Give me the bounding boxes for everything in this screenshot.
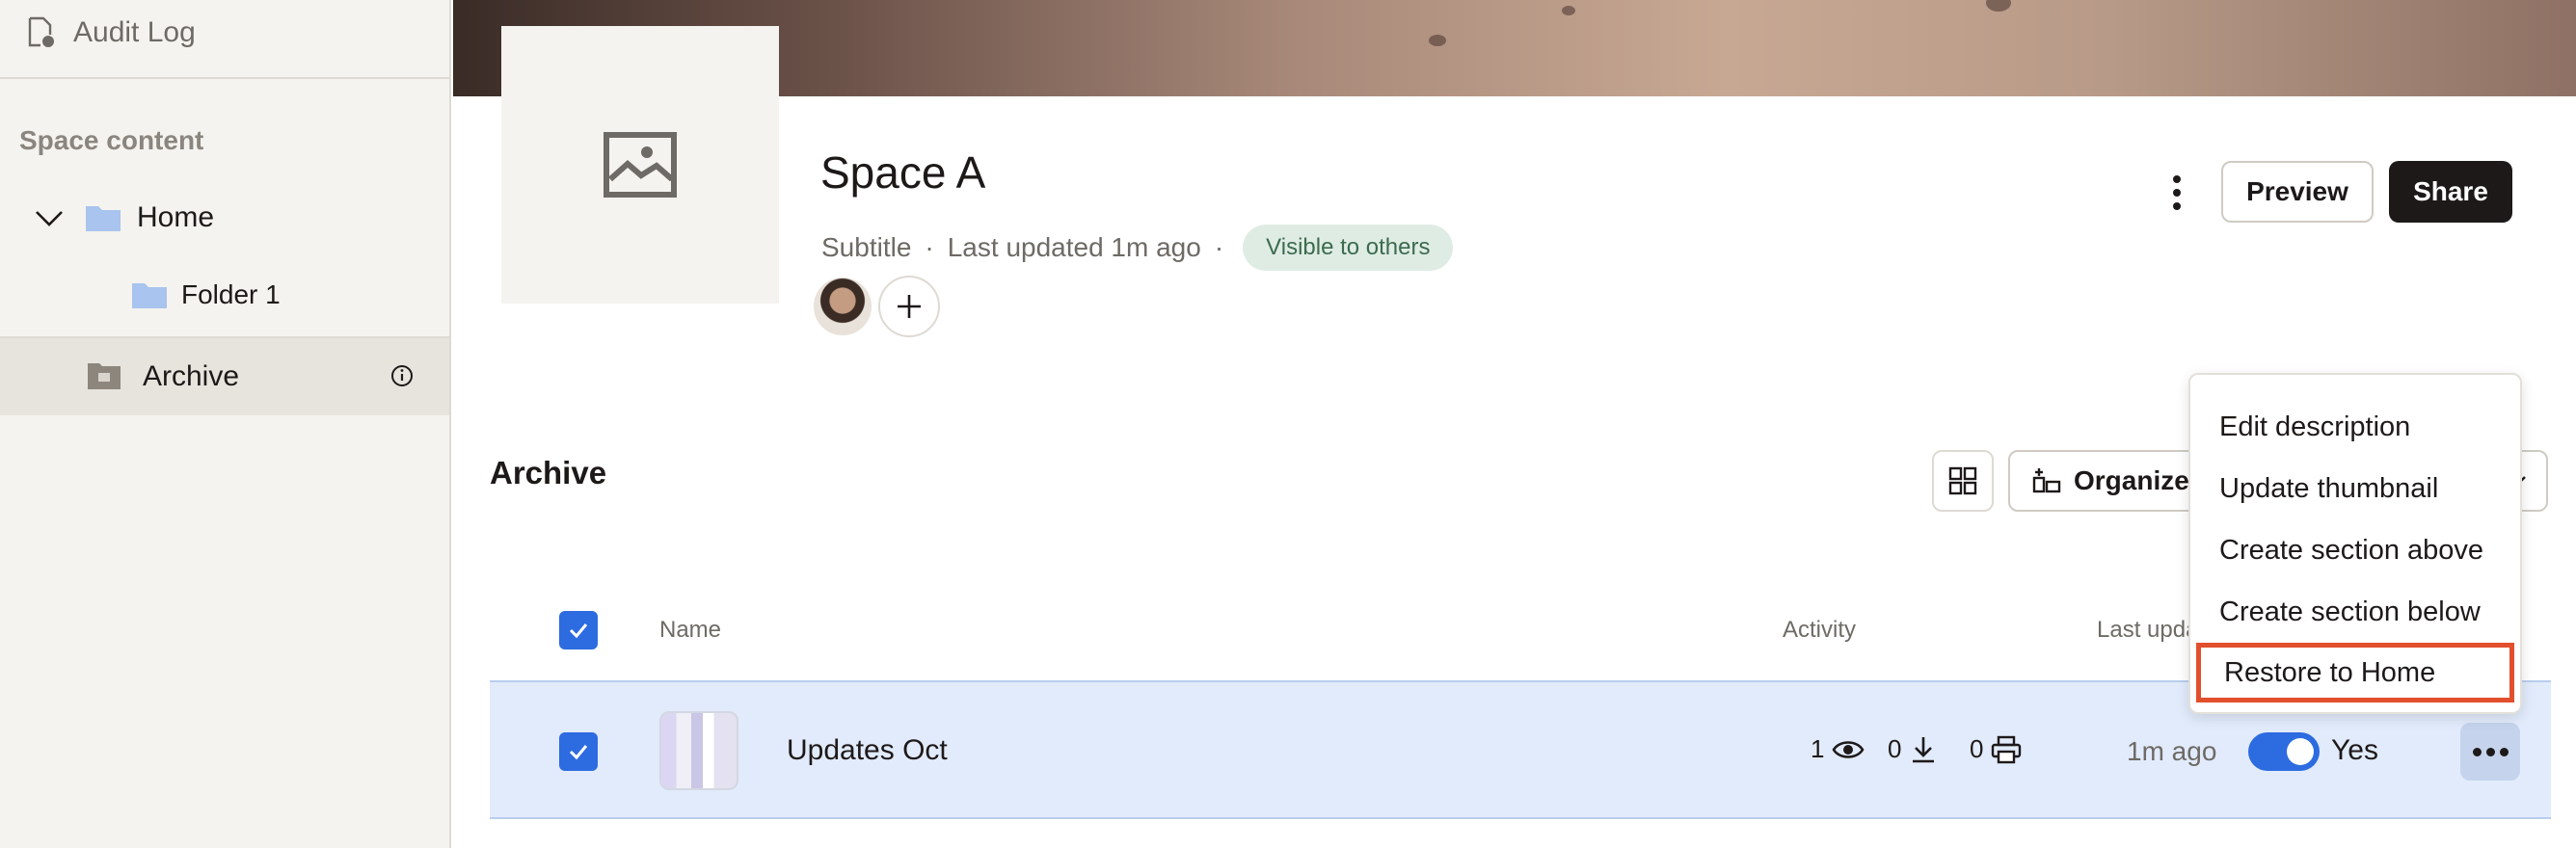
info-icon[interactable] bbox=[389, 363, 415, 388]
row-checkbox[interactable] bbox=[559, 732, 598, 771]
more-options-icon[interactable] bbox=[2158, 166, 2196, 220]
file-name[interactable]: Updates Oct bbox=[787, 734, 948, 767]
meta-separator: · bbox=[1214, 232, 1224, 262]
sidebar-item-folder-1[interactable]: Folder 1 bbox=[131, 274, 281, 316]
menu-item-update-thumbnail[interactable]: Update thumbnail bbox=[2190, 458, 2520, 519]
menu-item-edit-description[interactable]: Edit description bbox=[2190, 396, 2520, 458]
space-content-heading: Space content bbox=[19, 125, 204, 155]
visibility-badge[interactable]: Visible to others bbox=[1243, 225, 1454, 271]
share-button[interactable]: Share bbox=[2389, 161, 2512, 223]
downloads-count: 0 bbox=[1888, 734, 1938, 764]
preview-button[interactable]: Preview bbox=[2221, 161, 2374, 223]
last-updated-text: Last updated 1m ago bbox=[947, 232, 1201, 262]
archive-box-icon bbox=[88, 363, 121, 389]
download-icon bbox=[1913, 736, 1935, 762]
grid-view-button[interactable] bbox=[1932, 450, 1994, 512]
views-value: 1 bbox=[1811, 734, 1825, 763]
avatar[interactable] bbox=[812, 276, 873, 337]
space-meta: Subtitle · Last updated 1m ago · Visible… bbox=[821, 224, 1454, 272]
plus-icon bbox=[898, 295, 921, 318]
menu-item-restore-to-home[interactable]: Restore to Home bbox=[2196, 643, 2514, 702]
toggle-label: Yes bbox=[2331, 734, 2378, 766]
file-thumbnail[interactable] bbox=[659, 711, 738, 790]
check-icon bbox=[569, 745, 588, 760]
eye-icon bbox=[1832, 740, 1865, 758]
space-title: Space A bbox=[820, 147, 986, 198]
sidebar: Audit Log Space content Home Folder 1 Ar… bbox=[0, 0, 451, 848]
prints-value: 0 bbox=[1970, 734, 1984, 763]
sidebar-item-home[interactable]: Home bbox=[33, 197, 214, 239]
views-count: 1 bbox=[1811, 734, 1865, 764]
menu-item-create-section-below[interactable]: Create section below bbox=[2190, 581, 2520, 643]
audit-log-link[interactable]: Audit Log bbox=[27, 13, 196, 52]
row-last-updated: 1m ago bbox=[2127, 736, 2217, 766]
sidebar-item-label: Archive bbox=[143, 360, 240, 392]
column-header-last-updated[interactable]: Last upda bbox=[2097, 617, 2198, 644]
visibility-toggle[interactable] bbox=[2248, 732, 2320, 771]
organize-label: Organize bbox=[2074, 465, 2189, 495]
column-header-activity[interactable]: Activity bbox=[1783, 617, 1856, 644]
grid-icon bbox=[1948, 466, 1977, 495]
prints-count: 0 bbox=[1970, 734, 2022, 764]
audit-log-label: Audit Log bbox=[73, 16, 196, 48]
column-header-name[interactable]: Name bbox=[659, 617, 721, 644]
sidebar-item-archive[interactable]: Archive bbox=[0, 338, 449, 415]
printer-icon bbox=[1992, 735, 2022, 763]
downloads-value: 0 bbox=[1888, 734, 1902, 763]
meta-separator: · bbox=[925, 232, 934, 262]
sidebar-divider bbox=[0, 77, 449, 79]
sidebar-item-label: Home bbox=[137, 201, 215, 233]
check-icon bbox=[569, 623, 588, 639]
space-thumbnail[interactable] bbox=[501, 26, 779, 304]
chevron-down-icon[interactable] bbox=[33, 206, 66, 229]
organize-icon bbox=[2032, 468, 2061, 493]
menu-item-create-section-above[interactable]: Create section above bbox=[2190, 519, 2520, 581]
select-all-checkbox[interactable] bbox=[559, 611, 598, 649]
add-member-button[interactable] bbox=[878, 276, 940, 337]
sidebar-item-label: Folder 1 bbox=[181, 279, 281, 309]
row-more-options-icon[interactable] bbox=[2460, 723, 2520, 781]
space-subtitle[interactable]: Subtitle bbox=[821, 232, 911, 263]
section-title: Archive bbox=[490, 455, 607, 490]
folder-icon bbox=[86, 206, 121, 231]
context-menu: Edit description Update thumbnail Create… bbox=[2188, 373, 2522, 714]
folder-icon bbox=[132, 283, 167, 308]
audit-log-icon bbox=[28, 16, 54, 47]
image-placeholder-icon bbox=[604, 132, 677, 198]
